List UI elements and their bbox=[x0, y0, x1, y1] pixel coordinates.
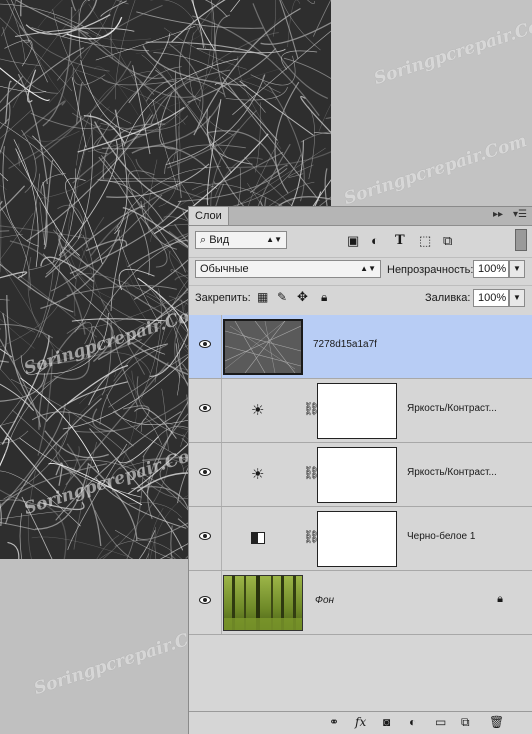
lock-all-icon[interactable]: 🔒︎ bbox=[321, 290, 327, 305]
new-layer-icon[interactable]: ⧉ bbox=[461, 715, 470, 730]
smart-object-filter-icon[interactable]: ⧉ bbox=[443, 233, 452, 249]
lock-label: Закрепить: bbox=[195, 292, 251, 304]
layer-row[interactable]: ☀ ⛓ Яркость/Контраст... bbox=[189, 443, 532, 507]
visibility-toggle[interactable] bbox=[189, 507, 222, 570]
double-arrow-icon[interactable]: ▸▸ bbox=[493, 209, 503, 220]
lock-pixels-icon[interactable]: ✎ bbox=[277, 290, 287, 304]
filter-kind-select[interactable]: ⌕ Вид ▲▼ bbox=[195, 231, 287, 249]
layer-thumbnail bbox=[223, 319, 303, 375]
brightness-icon[interactable]: ☀ bbox=[251, 465, 264, 483]
search-icon: ⌕ bbox=[200, 234, 210, 246]
shape-filter-icon[interactable]: ⬚ bbox=[419, 233, 431, 249]
layer-row[interactable]: ⛓ Черно-белое 1 bbox=[189, 507, 532, 571]
link-layers-icon[interactable]: ⚭ bbox=[329, 715, 339, 729]
layer-row[interactable]: 7278d15a1a7f bbox=[189, 315, 532, 379]
blend-row: Обычные ▲▼ Непрозрачность: 100% ▼ bbox=[189, 257, 532, 284]
fill-label: Заливка: bbox=[425, 292, 471, 304]
fill-input[interactable]: 100% bbox=[473, 289, 509, 307]
filter-toggle[interactable] bbox=[515, 229, 527, 251]
black-white-icon[interactable] bbox=[251, 531, 265, 548]
visibility-toggle[interactable] bbox=[189, 443, 222, 506]
visibility-toggle[interactable] bbox=[189, 315, 222, 378]
layer-thumbnail bbox=[223, 575, 303, 631]
tab-layers[interactable]: Слои bbox=[189, 207, 229, 225]
new-group-icon[interactable]: ▭ bbox=[435, 715, 446, 729]
add-mask-icon[interactable]: ◙ bbox=[383, 715, 390, 729]
filter-kind-label: Вид bbox=[209, 234, 230, 246]
layer-row[interactable]: Фон 🔒︎ bbox=[189, 571, 532, 635]
workspace-area bbox=[331, 0, 532, 210]
updown-icon: ▲▼ bbox=[360, 264, 376, 273]
new-adjustment-icon[interactable]: ◐ bbox=[409, 715, 416, 729]
blend-mode-select[interactable]: Обычные ▲▼ bbox=[195, 260, 381, 278]
eye-icon bbox=[199, 404, 211, 412]
lock-row: Закрепить: ▦ ✎ ✥ 🔒︎ Заливка: 100% ▼ bbox=[189, 285, 532, 312]
eye-icon bbox=[199, 532, 211, 540]
type-filter-icon[interactable]: T bbox=[395, 233, 405, 248]
brightness-icon[interactable]: ☀ bbox=[251, 401, 264, 419]
layer-name[interactable]: Яркость/Контраст... bbox=[407, 467, 497, 478]
fill-dropdown-button[interactable]: ▼ bbox=[509, 289, 525, 307]
layer-mask-thumbnail[interactable] bbox=[317, 383, 397, 439]
lock-icon: 🔒︎ bbox=[497, 593, 503, 605]
layer-mask-thumbnail[interactable] bbox=[317, 447, 397, 503]
panel-tabbar: Слои ▸▸ ▾☰ bbox=[189, 207, 532, 226]
delete-layer-icon[interactable]: 🗑︎ bbox=[489, 715, 504, 729]
layer-row[interactable]: ☀ ⛓ Яркость/Контраст... bbox=[189, 379, 532, 443]
layer-name[interactable]: Черно-белое 1 bbox=[407, 531, 475, 542]
layer-mask-thumbnail[interactable] bbox=[317, 511, 397, 567]
visibility-toggle[interactable] bbox=[189, 571, 222, 634]
layer-name[interactable]: Яркость/Контраст... bbox=[407, 403, 497, 414]
updown-icon: ▲▼ bbox=[266, 235, 282, 244]
opacity-input[interactable]: 100% bbox=[473, 260, 509, 278]
lock-transparency-icon[interactable]: ▦ bbox=[257, 290, 268, 304]
opacity-dropdown-button[interactable]: ▼ bbox=[509, 260, 525, 278]
blend-mode-value: Обычные bbox=[200, 263, 249, 275]
image-filter-icon[interactable]: ▣ bbox=[347, 233, 359, 249]
eye-icon bbox=[199, 596, 211, 604]
layer-name[interactable]: Фон bbox=[315, 595, 334, 606]
layer-name[interactable]: 7278d15a1a7f bbox=[313, 339, 377, 350]
eye-icon bbox=[199, 468, 211, 476]
panel-menu-icon[interactable]: ▾☰ bbox=[513, 209, 527, 220]
fx-icon[interactable]: fx bbox=[355, 715, 366, 729]
opacity-label: Непрозрачность: bbox=[387, 264, 474, 276]
adjustment-filter-icon[interactable]: ◐ bbox=[371, 233, 379, 248]
layers-footer: ⚭ fx ◙ ◐ ▭ ⧉ 🗑︎ bbox=[189, 711, 532, 734]
eye-icon bbox=[199, 340, 211, 348]
visibility-toggle[interactable] bbox=[189, 379, 222, 442]
layers-panel: Слои ▸▸ ▾☰ ⌕ Вид ▲▼ ▣ ◐ T ⬚ ⧉ Обычные ▲▼… bbox=[188, 206, 532, 734]
lock-position-icon[interactable]: ✥ bbox=[297, 289, 308, 305]
